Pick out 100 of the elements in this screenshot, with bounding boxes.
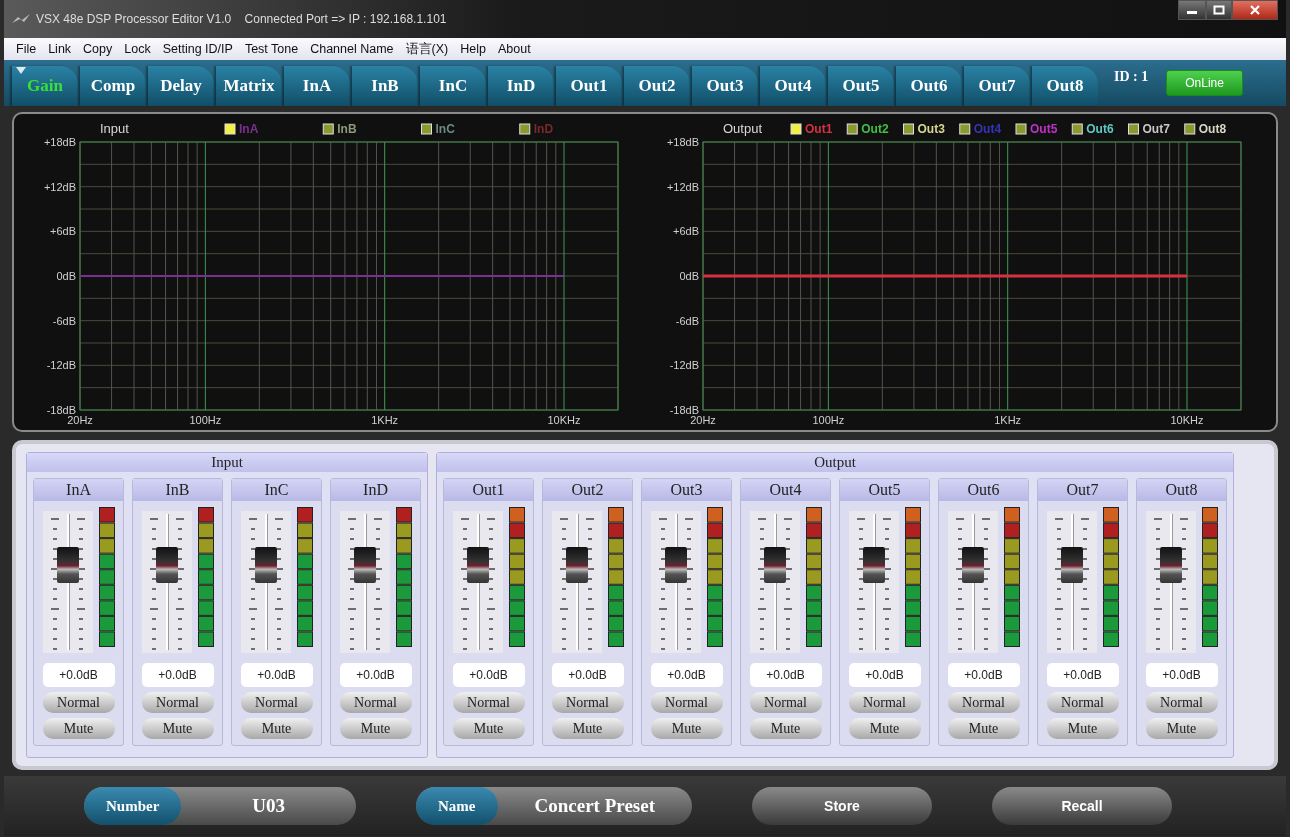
gain-value[interactable]: +0.0dB <box>551 663 624 687</box>
menu-item[interactable]: About <box>491 42 537 56</box>
gain-value[interactable]: +0.0dB <box>339 663 412 687</box>
preset-action-button[interactable]: Store <box>752 787 932 825</box>
mute-button[interactable]: Mute <box>1145 718 1218 739</box>
menu-item[interactable]: Link <box>42 42 78 56</box>
legend-checkbox[interactable] <box>790 123 802 135</box>
menu-item[interactable]: Copy <box>77 42 119 56</box>
mute-button[interactable]: Mute <box>650 718 723 739</box>
normal-button[interactable]: Normal <box>141 692 214 713</box>
legend-checkbox[interactable] <box>1184 123 1196 135</box>
gain-value[interactable]: +0.0dB <box>452 663 525 687</box>
fader-thumb[interactable] <box>1159 547 1182 584</box>
x-axis-label: 1KHz <box>994 414 1022 426</box>
normal-button[interactable]: Normal <box>240 692 313 713</box>
fader-thumb[interactable] <box>353 547 376 584</box>
tab[interactable]: Out3 <box>692 66 758 106</box>
tab[interactable]: Gain <box>12 66 78 106</box>
fader-thumb[interactable] <box>254 547 277 584</box>
preset-name-label: Name <box>416 787 498 825</box>
mute-button[interactable]: Mute <box>749 718 822 739</box>
device-id: ID : 1 <box>1114 69 1149 85</box>
gain-value[interactable]: +0.0dB <box>848 663 921 687</box>
normal-button[interactable]: Normal <box>339 692 412 713</box>
normal-button[interactable]: Normal <box>551 692 624 713</box>
legend-checkbox[interactable] <box>903 123 914 135</box>
tab[interactable]: InB <box>352 66 418 106</box>
fader-thumb[interactable] <box>664 547 687 584</box>
gain-value[interactable]: +0.0dB <box>141 663 214 687</box>
gain-value[interactable]: +0.0dB <box>650 663 723 687</box>
fader-thumb[interactable] <box>1060 547 1083 584</box>
normal-button[interactable]: Normal <box>749 692 822 713</box>
legend-checkbox[interactable] <box>519 123 531 135</box>
legend-label: Out3 <box>917 122 945 136</box>
normal-button[interactable]: Normal <box>1046 692 1119 713</box>
normal-button[interactable]: Normal <box>650 692 723 713</box>
fader-thumb[interactable] <box>862 547 885 584</box>
x-axis-label: 100Hz <box>189 414 222 426</box>
normal-button[interactable]: Normal <box>452 692 525 713</box>
normal-button[interactable]: Normal <box>848 692 921 713</box>
normal-button[interactable]: Normal <box>947 692 1020 713</box>
legend-checkbox[interactable] <box>421 123 432 135</box>
tab[interactable]: Matrix <box>216 66 282 106</box>
gain-value[interactable]: +0.0dB <box>947 663 1020 687</box>
menu-item[interactable]: Channel Name <box>304 42 400 56</box>
preset-action-button[interactable]: Recall <box>992 787 1172 825</box>
fader-thumb[interactable] <box>466 547 489 584</box>
menu-item[interactable]: Help <box>454 42 492 56</box>
legend-checkbox[interactable] <box>959 123 971 135</box>
gain-value[interactable]: +0.0dB <box>240 663 313 687</box>
gain-value[interactable]: +0.0dB <box>749 663 822 687</box>
close-button[interactable] <box>1232 0 1278 20</box>
legend-checkbox[interactable] <box>322 123 334 135</box>
fader-thumb[interactable] <box>763 547 786 584</box>
menu-item[interactable]: File <box>10 42 43 56</box>
tab[interactable]: Out7 <box>964 66 1030 106</box>
legend-checkbox[interactable] <box>846 123 858 135</box>
tab[interactable]: InA <box>284 66 350 106</box>
minimize-button[interactable] <box>1178 0 1206 20</box>
mute-button[interactable]: Mute <box>947 718 1020 739</box>
tab[interactable]: InD <box>488 66 554 106</box>
mute-button[interactable]: Mute <box>42 718 115 739</box>
menu-item[interactable]: Lock <box>118 42 157 56</box>
mute-button[interactable]: Mute <box>452 718 525 739</box>
tab[interactable]: Out8 <box>1032 66 1098 106</box>
tab[interactable]: Out4 <box>760 66 826 106</box>
tab[interactable]: Out5 <box>828 66 894 106</box>
mute-button[interactable]: Mute <box>551 718 624 739</box>
normal-button[interactable]: Normal <box>1145 692 1218 713</box>
menu-item[interactable]: 语言(X) <box>399 40 455 58</box>
tab[interactable]: Out2 <box>624 66 690 106</box>
fader-thumb[interactable] <box>961 547 984 584</box>
mute-button[interactable]: Mute <box>848 718 921 739</box>
normal-button[interactable]: Normal <box>42 692 115 713</box>
legend-checkbox[interactable] <box>1071 123 1083 135</box>
fader-thumb[interactable] <box>56 547 79 584</box>
legend-label: InD <box>533 122 554 136</box>
menu-item[interactable]: Test Tone <box>238 42 305 56</box>
tab[interactable]: Delay <box>148 66 214 106</box>
tab[interactable]: Comp <box>80 66 146 106</box>
gain-value[interactable]: +0.0dB <box>1145 663 1218 687</box>
preset-name-field[interactable]: Name Concert Preset <box>416 787 692 825</box>
mute-button[interactable]: Mute <box>240 718 313 739</box>
gain-value[interactable]: +0.0dB <box>42 663 115 687</box>
preset-number-field[interactable]: Number U03 <box>84 787 356 825</box>
fader-thumb[interactable] <box>155 547 178 584</box>
tab[interactable]: Out1 <box>556 66 622 106</box>
legend-checkbox[interactable] <box>1128 123 1139 135</box>
mute-button[interactable]: Mute <box>141 718 214 739</box>
gain-value[interactable]: +0.0dB <box>1046 663 1119 687</box>
menu-item[interactable]: Setting ID/IP <box>156 42 239 56</box>
maximize-button[interactable] <box>1206 0 1232 20</box>
legend-checkbox[interactable] <box>224 123 236 135</box>
legend-label: Out4 <box>973 122 1002 136</box>
mute-button[interactable]: Mute <box>1046 718 1119 739</box>
tab[interactable]: InC <box>420 66 486 106</box>
tab[interactable]: Out6 <box>896 66 962 106</box>
mute-button[interactable]: Mute <box>339 718 412 739</box>
legend-checkbox[interactable] <box>1015 123 1027 135</box>
fader-thumb[interactable] <box>565 547 588 584</box>
